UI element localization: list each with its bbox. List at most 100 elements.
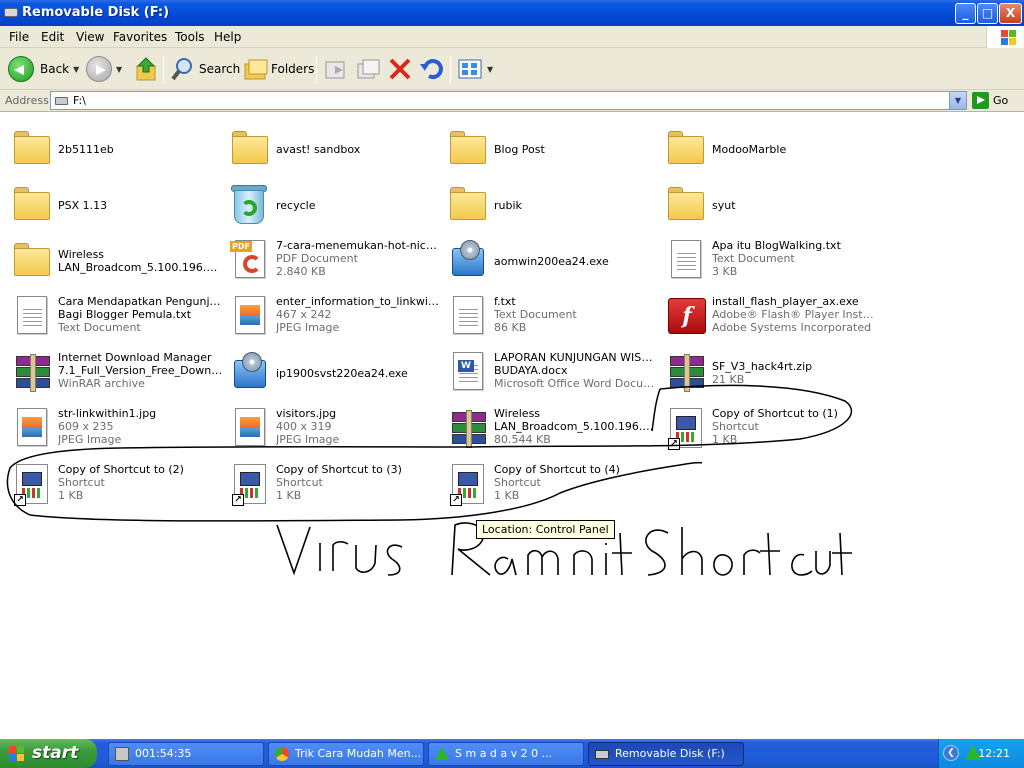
- menu-file[interactable]: File: [9, 30, 29, 44]
- menu-view[interactable]: View: [76, 30, 104, 44]
- drive-icon: [595, 750, 609, 759]
- removable-drive-icon: [55, 97, 68, 105]
- start-button[interactable]: start: [0, 739, 97, 768]
- file-detail: LAN_Broadcom_5.100.196.8_...: [58, 261, 223, 274]
- minimize-button[interactable]: _: [955, 3, 976, 24]
- delete-button[interactable]: [387, 54, 413, 84]
- file-detail: 1 KB: [276, 489, 302, 502]
- file-item[interactable]: ↗ Copy of Shortcut to (1) Shortcut 1 KB: [662, 404, 877, 460]
- views-icon: [458, 59, 482, 79]
- file-item[interactable]: visitors.jpg 400 x 319 JPEG Image: [226, 404, 441, 460]
- file-item-text: visitors.jpg 400 x 319 JPEG Image: [276, 407, 441, 446]
- window-title: Removable Disk (F:): [22, 5, 170, 20]
- menu-edit[interactable]: Edit: [41, 30, 64, 44]
- file-item[interactable]: recycle: [226, 180, 441, 236]
- toolbar: Back ▼ ▼ Search Folders ▼: [0, 48, 1024, 90]
- task-label: Trik Cara Mudah Men...: [295, 747, 422, 760]
- address-label: Address: [5, 94, 49, 107]
- taskbar-item-timer[interactable]: 001:54:35: [108, 742, 264, 766]
- task-label: S m a d a v 2 0 ...: [455, 747, 553, 760]
- forward-button[interactable]: ▼: [86, 54, 122, 84]
- folders-label: Folders: [271, 62, 315, 76]
- file-item[interactable]: f.txt Text Document 86 KB: [444, 292, 659, 348]
- file-item[interactable]: rubik: [444, 180, 659, 236]
- file-item[interactable]: Internet Download Manager 7.1_Full_Versio…: [8, 348, 223, 404]
- windows-flag-icon: [9, 746, 25, 762]
- recycle-icon: [226, 180, 274, 228]
- file-item[interactable]: PDF 7-cara-menemukan-hot-niche.... PDF Doc…: [226, 236, 441, 292]
- setup-icon: [226, 348, 274, 396]
- file-detail: 609 x 235: [58, 420, 114, 433]
- file-item[interactable]: ↗ Copy of Shortcut to (3) Shortcut 1 KB: [226, 460, 441, 516]
- file-item[interactable]: Blog Post: [444, 124, 659, 180]
- file-item[interactable]: avast! sandbox: [226, 124, 441, 180]
- file-item-text: avast! sandbox: [276, 143, 441, 156]
- chrome-icon: [275, 747, 289, 761]
- file-detail: 1 KB: [712, 433, 738, 446]
- file-item[interactable]: W LAPORAN KUNJUNGAN WISATA BUDAYA.docx Micr…: [444, 348, 659, 404]
- file-item[interactable]: 2b5111eb: [8, 124, 223, 180]
- file-item-text: f.txt Text Document 86 KB: [494, 295, 659, 334]
- word-icon: W: [444, 348, 492, 396]
- chevron-down-icon[interactable]: ▼: [487, 65, 493, 74]
- smadav-icon: [435, 747, 449, 760]
- file-item[interactable]: enter_information_to_linkwithi... 467 x 2…: [226, 292, 441, 348]
- chevron-left-icon[interactable]: ❮: [943, 745, 959, 761]
- close-button[interactable]: X: [999, 3, 1022, 24]
- file-detail: PDF Document: [276, 252, 358, 265]
- file-item[interactable]: ↗ Copy of Shortcut to (2) Shortcut 1 KB: [8, 460, 223, 516]
- text-icon: [8, 292, 56, 340]
- text-icon: [444, 292, 492, 340]
- move-to-button[interactable]: [323, 54, 349, 84]
- file-item[interactable]: aomwin200ea24.exe: [444, 236, 659, 292]
- file-item[interactable]: ↗ Copy of Shortcut to (4) Shortcut 1 KB: [444, 460, 659, 516]
- address-bar: Address F:\ ▼ Go: [0, 90, 1024, 112]
- back-button[interactable]: Back ▼: [8, 54, 79, 84]
- task-label: Removable Disk (F:): [615, 747, 725, 760]
- file-item[interactable]: Apa itu BlogWalking.txt Text Document 3 KB: [662, 236, 877, 292]
- file-name: 7-cara-menemukan-hot-niche....: [276, 239, 441, 252]
- taskbar-item-removable-disk[interactable]: Removable Disk (F:): [588, 742, 744, 766]
- file-item[interactable]: PSX 1.13: [8, 180, 223, 236]
- folder-icon: [662, 124, 710, 172]
- system-tray: ❮ 12:21: [938, 739, 1024, 768]
- folder-icon: [8, 236, 56, 284]
- file-item-text: PSX 1.13: [58, 199, 223, 212]
- file-item[interactable]: syut: [662, 180, 877, 236]
- file-item[interactable]: str-linkwithin1.jpg 609 x 235 JPEG Image: [8, 404, 223, 460]
- menu-favorites[interactable]: Favorites: [113, 30, 167, 44]
- file-item[interactable]: Wireless LAN_Broadcom_5.100.196.8_...: [8, 236, 223, 292]
- file-item[interactable]: ModooMarble: [662, 124, 877, 180]
- file-item[interactable]: SF_V3_hack4rt.zip 21 KB: [662, 348, 877, 404]
- file-item[interactable]: Wireless LAN_Broadcom_5.100.196.8_... 80.5…: [444, 404, 659, 460]
- menu-tools[interactable]: Tools: [175, 30, 205, 44]
- file-name: Apa itu BlogWalking.txt: [712, 239, 841, 252]
- taskbar-item-smadav[interactable]: S m a d a v 2 0 ...: [428, 742, 584, 766]
- file-item[interactable]: ip1900svst220ea24.exe: [226, 348, 441, 404]
- file-item-text: Copy of Shortcut to (4) Shortcut 1 KB: [494, 463, 659, 502]
- search-button[interactable]: Search: [170, 54, 240, 84]
- undo-button[interactable]: [419, 54, 445, 84]
- file-item[interactable]: f install_flash_player_ax.exe Adobe® Flash…: [662, 292, 877, 348]
- folders-button[interactable]: Folders: [243, 54, 314, 84]
- file-name: syut: [712, 199, 736, 212]
- file-item[interactable]: Cara Mendapatkan Pengunjung Bagi Blogger …: [8, 292, 223, 348]
- views-button[interactable]: ▼: [457, 54, 493, 84]
- menu-help[interactable]: Help: [214, 30, 241, 44]
- file-detail: WinRAR archive: [58, 377, 145, 390]
- copy-to-button[interactable]: [355, 54, 381, 84]
- taskbar-item-chrome[interactable]: Trik Cara Mudah Men...: [268, 742, 424, 766]
- chevron-down-icon[interactable]: ▼: [73, 65, 79, 74]
- title-bar[interactable]: Removable Disk (F:) _ □ X: [0, 0, 1024, 26]
- address-input[interactable]: F:\ ▼: [50, 91, 967, 110]
- file-detail: 1 KB: [494, 489, 520, 502]
- file-item-text: Copy of Shortcut to (3) Shortcut 1 KB: [276, 463, 441, 502]
- go-button[interactable]: Go: [972, 91, 1008, 110]
- address-dropdown-icon[interactable]: ▼: [949, 92, 966, 109]
- file-detail: JPEG Image: [58, 433, 122, 446]
- up-folder-button[interactable]: [135, 54, 159, 84]
- file-detail: 7.1_Full_Version_Free_Downl...: [58, 364, 223, 377]
- shortcut-icon: ↗: [8, 460, 56, 508]
- chevron-down-icon[interactable]: ▼: [116, 65, 122, 74]
- maximize-button[interactable]: □: [977, 3, 998, 24]
